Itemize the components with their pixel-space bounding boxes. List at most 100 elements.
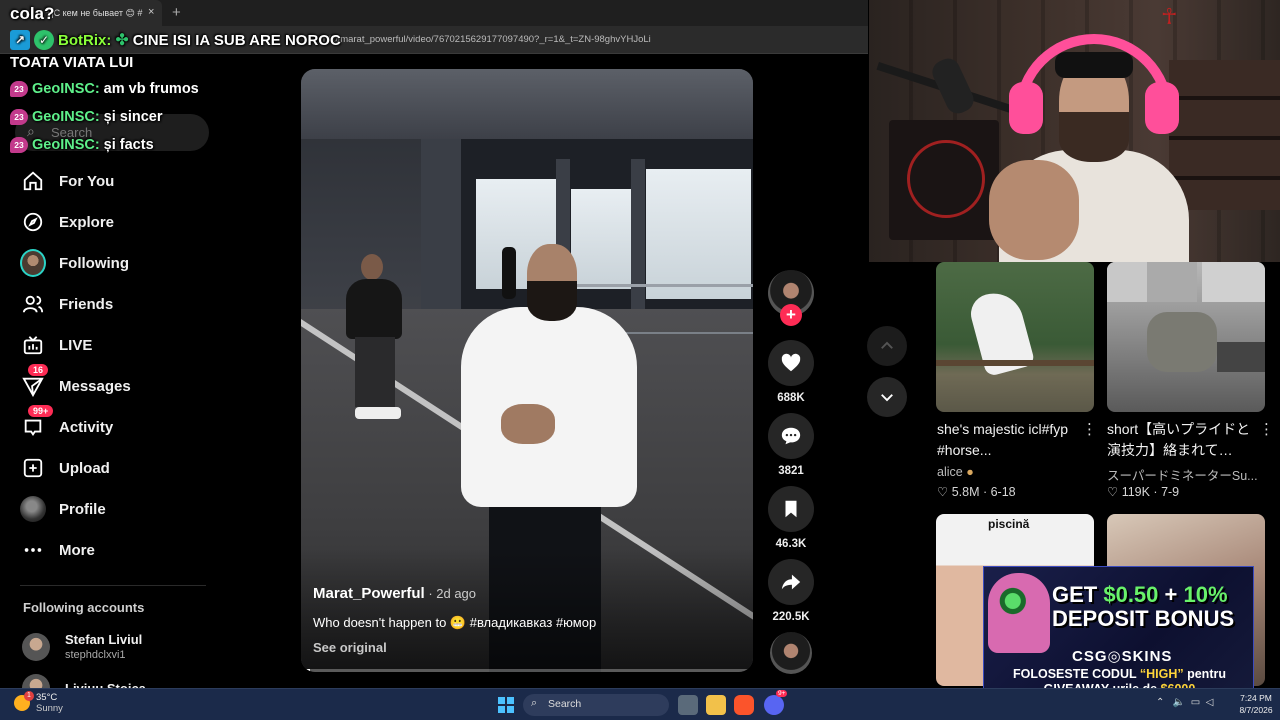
system-tray[interactable]: ⌃ 🔈 ▭ ◁ xyxy=(1156,697,1213,708)
windows-taskbar: 1 35°C Sunny ⌕ Search 9+ ⌃ 🔈 ▭ ◁ 7:24 PM… xyxy=(0,688,1280,720)
chevron-down-icon xyxy=(881,394,893,402)
feed-card-thumbnail[interactable] xyxy=(1107,262,1265,412)
following-avatar-icon xyxy=(20,249,46,277)
discord-badge: 9+ xyxy=(776,690,788,697)
windows-start-icon[interactable] xyxy=(498,697,514,713)
nav-messages[interactable]: 16 Messages xyxy=(20,364,200,401)
nav-friends[interactable]: Friends xyxy=(20,289,200,319)
post-age: · 2d ago xyxy=(424,586,477,601)
speaker-icon[interactable]: ◁ xyxy=(1206,697,1214,708)
clock-date: 8/7/2026 xyxy=(1239,705,1273,715)
see-original-link[interactable]: See original xyxy=(313,640,387,655)
video-caption: Who doesn't happen to 😬 #владикавказ #юм… xyxy=(313,615,597,630)
chat-message-continued: TOATA VIATA LUI xyxy=(10,54,134,71)
chevron-up-icon[interactable]: ⌃ xyxy=(1156,697,1164,708)
nav-label: LIVE xyxy=(59,336,93,354)
weather-widget[interactable]: 1 35°C Sunny xyxy=(14,691,63,714)
save-button[interactable]: 46.3K xyxy=(768,486,814,550)
subscriber-badge: 23 xyxy=(10,137,28,153)
weather-alert-badge: 1 xyxy=(24,691,34,701)
feed-card-stats: ♡ 5.8M · 6-18 xyxy=(937,485,1016,499)
chat-line: 23 GeoINSC: și sincer xyxy=(10,109,163,125)
browser-tab-bar: +|C кем не бывает 😊 # × + xyxy=(0,0,868,26)
next-video-button[interactable] xyxy=(867,377,907,417)
nav-profile[interactable]: Profile xyxy=(20,494,200,524)
feed-card-title[interactable]: short【高いプライドと演技力】絡まれて… xyxy=(1107,419,1257,461)
network-icon[interactable]: ▭ xyxy=(1191,697,1200,708)
temperature: 35°C xyxy=(36,692,58,703)
screen: +|C кем не бывает 😊 # × + m/@marat_power… xyxy=(0,0,1280,720)
avatar xyxy=(22,632,50,661)
author-avatar-button[interactable]: + xyxy=(768,270,814,326)
nav-for-you[interactable]: For You xyxy=(20,166,200,196)
nav-more[interactable]: More xyxy=(20,535,200,565)
stream-title-overlay: cola? xyxy=(10,4,55,23)
messages-badge: 16 xyxy=(28,364,49,376)
new-tab-button[interactable]: + xyxy=(172,4,181,21)
nav-live[interactable]: LIVE xyxy=(20,330,200,360)
chat-line: 23 GeoINSC: am vb frumos xyxy=(10,81,199,97)
search-icon: ⌕ xyxy=(531,697,538,709)
chat-line: 23 GeoINSC: și facts xyxy=(10,137,154,153)
chat-username: GeoINSC: xyxy=(32,137,100,153)
bot-chat-line: ↗ ✓ BotRix: ✤ CINE ISI IA SUB ARE NOROC xyxy=(10,30,341,50)
video-player[interactable]: Marat_Powerful · 2d ago Who doesn't happ… xyxy=(301,69,753,672)
heart-icon xyxy=(768,340,814,386)
subscriber-badge: 23 xyxy=(10,81,28,97)
chat-message: și sincer xyxy=(103,109,163,125)
more-options-icon[interactable]: ⋮ xyxy=(1082,420,1097,438)
video-progress-bar[interactable] xyxy=(301,669,753,672)
taskbar-clock[interactable]: 7:24 PM 8/7/2026 xyxy=(1234,692,1278,716)
nav-following[interactable]: Following xyxy=(20,248,200,278)
feed-card-title[interactable]: she's majestic icl#fyp #horse... xyxy=(937,419,1087,461)
nav-label: More xyxy=(59,541,95,559)
chat-message: și facts xyxy=(103,137,154,153)
following-account-item[interactable]: Stefan Liviul stephdclxvi1 xyxy=(22,632,142,661)
brave-browser-icon[interactable] xyxy=(734,695,754,715)
video-author[interactable]: Marat_Powerful · 2d ago xyxy=(313,585,476,602)
feed-card-thumbnail[interactable] xyxy=(936,262,1094,412)
live-icon xyxy=(20,332,46,358)
like-count: 688K xyxy=(777,392,805,404)
url-text[interactable]: m/@marat_powerful/video/7670215629177097… xyxy=(320,34,651,45)
chat-message: CINE ISI IA SUB ARE NOROC xyxy=(132,31,341,49)
wall-logo-icon: ☥ xyxy=(1161,4,1178,29)
discord-icon[interactable]: 9+ xyxy=(764,690,788,715)
compass-icon xyxy=(20,209,46,235)
follow-button[interactable]: + xyxy=(780,304,802,326)
share-button[interactable]: 220.5K xyxy=(768,559,814,623)
feed-card-author[interactable]: スーパードミネーターSu... xyxy=(1107,465,1267,484)
chat-username: GeoINSC: xyxy=(32,81,100,97)
sound-disc-icon xyxy=(770,632,812,674)
feed-card-likes: 119K xyxy=(1121,485,1150,499)
subscriber-badge: 23 xyxy=(10,109,28,125)
sound-avatar-button[interactable] xyxy=(768,632,814,674)
previous-video-button[interactable] xyxy=(867,326,907,366)
comment-button[interactable]: 3821 xyxy=(768,413,814,477)
share-count: 220.5K xyxy=(772,611,810,623)
like-button[interactable]: 688K xyxy=(768,340,814,404)
share-icon xyxy=(768,559,814,605)
file-explorer-icon[interactable] xyxy=(706,695,726,715)
home-icon xyxy=(20,168,46,194)
chat-message: am vb frumos xyxy=(103,81,199,97)
nav-label: Friends xyxy=(59,295,114,313)
weather-condition: Sunny xyxy=(36,703,63,714)
author-name[interactable]: Marat_Powerful xyxy=(313,585,425,602)
taskbar-search[interactable]: ⌕ Search xyxy=(523,694,669,716)
tab-close-icon[interactable]: × xyxy=(148,6,154,18)
more-options-icon[interactable]: ⋮ xyxy=(1259,420,1274,438)
nav-upload[interactable]: Upload xyxy=(20,453,200,483)
nav-explore[interactable]: Explore xyxy=(20,207,200,237)
bookmark-icon xyxy=(768,486,814,532)
nav-activity[interactable]: 99+ Activity xyxy=(20,405,200,442)
background-person xyxy=(502,247,516,299)
sidebar-divider xyxy=(20,585,206,586)
feed-card-author[interactable]: alice ● xyxy=(937,465,1097,479)
clock-time: 7:24 PM xyxy=(1240,693,1272,703)
task-view-icon[interactable] xyxy=(678,695,698,715)
webcam-overlay: ☥ xyxy=(869,0,1280,262)
volume-icon[interactable]: 🔈 xyxy=(1173,697,1185,708)
upload-icon xyxy=(20,455,46,481)
nav-label: For You xyxy=(59,172,115,190)
